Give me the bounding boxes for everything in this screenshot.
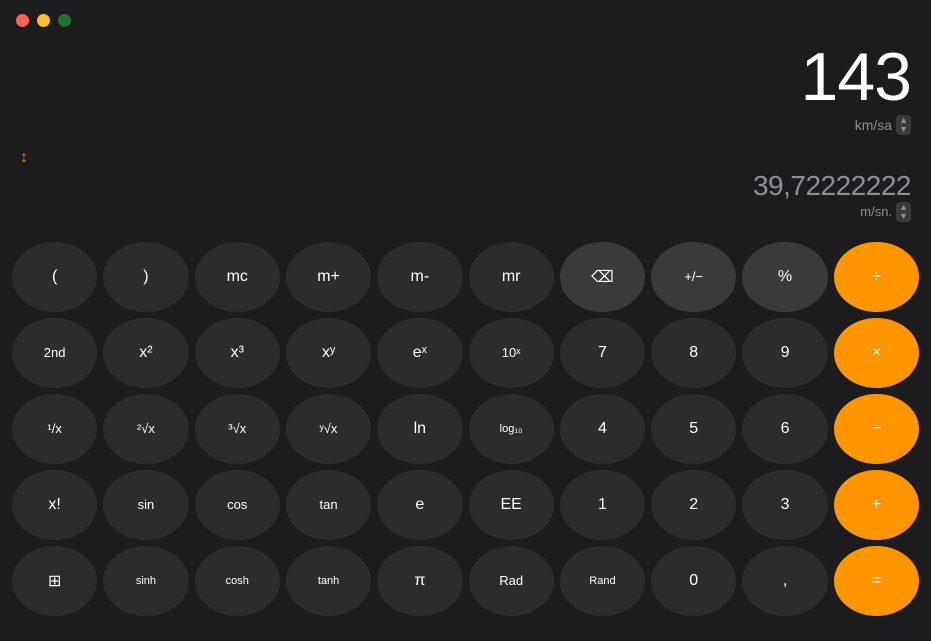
btn-_[interactable]: ÷ bbox=[834, 242, 919, 312]
btn-_[interactable]: − bbox=[834, 394, 919, 464]
btn-x_[interactable]: x² bbox=[103, 318, 188, 388]
btn-_[interactable]: = bbox=[834, 546, 919, 616]
btn-__x[interactable]: ʸ√x bbox=[286, 394, 371, 464]
btn-_[interactable]: % bbox=[742, 242, 827, 312]
btn-tanh[interactable]: tanh bbox=[286, 546, 371, 616]
btn-_[interactable]: × bbox=[834, 318, 919, 388]
btn-9[interactable]: 9 bbox=[742, 318, 827, 388]
btn-__x[interactable]: ¹/x bbox=[12, 394, 97, 464]
maximize-button[interactable] bbox=[58, 14, 71, 27]
calculator-icon-button[interactable]: ⊞ bbox=[12, 546, 97, 616]
btn-cos[interactable]: cos bbox=[195, 470, 280, 540]
btn-x_[interactable]: x³ bbox=[195, 318, 280, 388]
btn-mc[interactable]: mc bbox=[195, 242, 280, 312]
btn-log__[interactable]: log₁₀ bbox=[469, 394, 554, 464]
btn-e[interactable]: e bbox=[377, 470, 462, 540]
btn-6[interactable]: 6 bbox=[742, 394, 827, 464]
btn-2nd[interactable]: 2nd bbox=[12, 318, 97, 388]
sub-display-value: 39,72222222 bbox=[20, 171, 911, 202]
btn-_[interactable]: ( bbox=[12, 242, 97, 312]
btn-3[interactable]: 3 bbox=[742, 470, 827, 540]
buttons-row-0: ()mcm+m-mr⌫+/−%÷ bbox=[12, 242, 919, 312]
sub-unit-label: m/sn. bbox=[860, 204, 892, 219]
btn-m_[interactable]: m+ bbox=[286, 242, 371, 312]
btn-_[interactable]: + bbox=[834, 470, 919, 540]
buttons-row-3: x!sincostaneEE123+ bbox=[12, 470, 919, 540]
btn-_[interactable]: , bbox=[742, 546, 827, 616]
buttons-grid: ()mcm+m-mr⌫+/−%÷2ndx²x³xʸeˣ10ˣ789×¹/x²√x… bbox=[0, 234, 931, 626]
backspace-button[interactable]: ⌫ bbox=[560, 242, 645, 312]
btn-5[interactable]: 5 bbox=[651, 394, 736, 464]
buttons-row-1: 2ndx²x³xʸeˣ10ˣ789× bbox=[12, 318, 919, 388]
sort-icon[interactable]: ↕ bbox=[20, 149, 28, 166]
btn-x_[interactable]: xʸ bbox=[286, 318, 371, 388]
btn-__x[interactable]: ³√x bbox=[195, 394, 280, 464]
buttons-row-2: ¹/x²√x³√xʸ√xlnlog₁₀456− bbox=[12, 394, 919, 464]
btn-Rad[interactable]: Rad bbox=[469, 546, 554, 616]
main-display-value: 143 bbox=[20, 40, 911, 115]
btn-1[interactable]: 1 bbox=[560, 470, 645, 540]
btn-0[interactable]: 0 bbox=[651, 546, 736, 616]
btn-2[interactable]: 2 bbox=[651, 470, 736, 540]
btn-sinh[interactable]: sinh bbox=[103, 546, 188, 616]
sub-display-area: 39,72222222 m/sn. ▲ ▼ bbox=[0, 171, 931, 234]
btn-cosh[interactable]: cosh bbox=[195, 546, 280, 616]
btn-_[interactable]: ) bbox=[103, 242, 188, 312]
main-unit-selector[interactable]: ▲ ▼ bbox=[896, 115, 911, 135]
btn-m_[interactable]: m- bbox=[377, 242, 462, 312]
btn-e_[interactable]: eˣ bbox=[377, 318, 462, 388]
btn-__x[interactable]: ²√x bbox=[103, 394, 188, 464]
traffic-lights bbox=[16, 14, 71, 27]
btn-_[interactable]: π bbox=[377, 546, 462, 616]
btn-Rand[interactable]: Rand bbox=[560, 546, 645, 616]
title-bar bbox=[0, 0, 931, 40]
btn-10_[interactable]: 10ˣ bbox=[469, 318, 554, 388]
btn-4[interactable]: 4 bbox=[560, 394, 645, 464]
main-unit-label: km/sa bbox=[855, 117, 892, 133]
btn-tan[interactable]: tan bbox=[286, 470, 371, 540]
btn-mr[interactable]: mr bbox=[469, 242, 554, 312]
btn-x_[interactable]: x! bbox=[12, 470, 97, 540]
close-button[interactable] bbox=[16, 14, 29, 27]
btn-___[interactable]: +/− bbox=[651, 242, 736, 312]
sort-row: ↕ bbox=[0, 149, 931, 171]
buttons-row-4: ⊞sinhcoshtanhπRadRand0,= bbox=[12, 546, 919, 616]
btn-8[interactable]: 8 bbox=[651, 318, 736, 388]
btn-ln[interactable]: ln bbox=[377, 394, 462, 464]
btn-EE[interactable]: EE bbox=[469, 470, 554, 540]
btn-7[interactable]: 7 bbox=[560, 318, 645, 388]
minimize-button[interactable] bbox=[37, 14, 50, 27]
sub-unit-selector[interactable]: ▲ ▼ bbox=[896, 202, 911, 222]
display-area: 143 km/sa ▲ ▼ bbox=[0, 40, 931, 149]
btn-sin[interactable]: sin bbox=[103, 470, 188, 540]
